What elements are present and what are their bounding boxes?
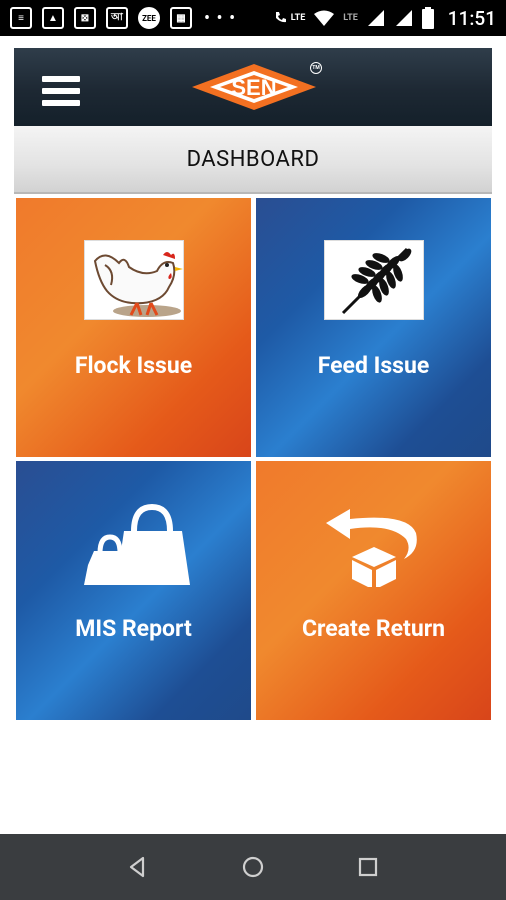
tile-label: Create Return [301, 615, 446, 642]
home-icon[interactable] [240, 854, 266, 880]
recents-icon[interactable] [355, 854, 381, 880]
pattern-icon: ⊠ [74, 7, 96, 29]
wheat-icon [324, 240, 424, 320]
svg-text:SEN: SEN [231, 75, 276, 100]
calendar-icon: ▦ [170, 7, 192, 29]
tile-label: Feed Issue [317, 352, 430, 379]
shopping-bags-icon [84, 503, 190, 585]
create-return-tile[interactable]: Create Return [256, 461, 491, 720]
chicken-icon [84, 240, 184, 320]
signal-icon-2 [395, 10, 412, 26]
signal-icon [367, 10, 384, 26]
battery-icon [421, 7, 434, 29]
menu-icon[interactable] [42, 76, 80, 106]
clock: 11:51 [447, 6, 496, 30]
title-bar: DASHBOARD [14, 126, 492, 194]
zee-icon: ZEE [138, 7, 160, 29]
lte-label: LTE [343, 13, 358, 23]
notes-icon: ≡ [10, 7, 32, 29]
sim-icon: ▲ [42, 7, 64, 29]
status-bar: ≡ ▲ ⊠ আ ZEE ▦ • • • LTE LTE 11:51 [0, 0, 506, 36]
flock-issue-tile[interactable]: Flock Issue [16, 198, 251, 457]
page-title: DASHBOARD [186, 146, 320, 172]
feed-issue-tile[interactable]: Feed Issue [256, 198, 491, 457]
wifi-icon [314, 10, 335, 26]
system-navigation-bar [0, 834, 506, 900]
app-bar: SEN TM [14, 48, 492, 126]
tile-label: MIS Report [75, 615, 192, 642]
mis-report-tile[interactable]: MIS Report [16, 461, 251, 720]
sen-logo: SEN [192, 64, 316, 110]
more-notifications-icon: • • • [204, 7, 237, 29]
back-icon[interactable] [125, 854, 151, 880]
trademark-icon: TM [310, 62, 322, 74]
phone-lte-icon: LTE [273, 10, 305, 26]
bengali-icon: আ [106, 7, 128, 29]
tile-label: Flock Issue [74, 352, 193, 379]
return-box-icon [326, 509, 417, 587]
